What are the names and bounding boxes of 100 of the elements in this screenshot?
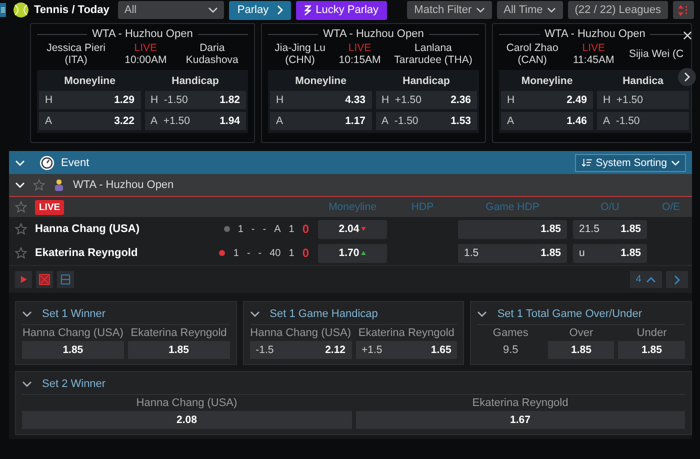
- market-title: Set 1 Total Game Over/Under: [497, 308, 642, 320]
- league-title: WTA - Huzhou Open: [544, 28, 646, 40]
- page-title: Tennis / Today: [34, 4, 110, 16]
- parlay-button[interactable]: Parlay: [229, 0, 291, 20]
- option-label: Hanna Chang (USA): [135, 397, 238, 409]
- sort-button[interactable]: [673, 1, 694, 19]
- odds-button[interactable]: H 1.29: [39, 91, 140, 109]
- column-header: HDP: [410, 201, 435, 213]
- filter-dropdown[interactable]: All: [118, 1, 224, 19]
- league-title: WTA - Huzhou Open: [323, 28, 424, 40]
- filter-button[interactable]: Match Filter: [407, 1, 492, 19]
- option-label: Over: [568, 327, 594, 339]
- next-button[interactable]: [678, 68, 696, 86]
- home-player: Jessica Pieri (ITA): [46, 42, 106, 66]
- line-value: 9.5: [502, 343, 520, 358]
- chevron-icon[interactable]: [250, 309, 260, 319]
- match-card[interactable]: WTA - Huzhou Open Jessica Pieri (ITA) LIVE 10:00AM Daria Kudashova Moneyline H 1.29 A 3.22 Handicap H -1.50 1.82 A +1.50 1.94: [30, 23, 255, 143]
- close-icon: [683, 31, 692, 40]
- odds-button[interactable]: A -1.50 1.53: [376, 112, 477, 130]
- odds-button[interactable]: A +1.50 1.94: [144, 112, 246, 130]
- odds-button[interactable]: A -1.50: [597, 112, 689, 130]
- star-icon[interactable]: [15, 247, 27, 259]
- score: -: [258, 248, 262, 258]
- event-bar[interactable]: Event System Sorting: [9, 151, 692, 174]
- odds-button[interactable]: 1.85: [618, 341, 686, 359]
- odds-button[interactable]: 1.85: [22, 341, 124, 359]
- chevron-up-icon: [646, 276, 656, 282]
- league-title: WTA - Huzhou Open: [92, 28, 193, 40]
- column-header: Game HDP: [484, 201, 540, 213]
- chevron-right-icon: [276, 5, 283, 15]
- column-header: O/U: [600, 201, 620, 213]
- list-icon: [60, 274, 71, 285]
- score: 1: [288, 224, 294, 234]
- option-label: Hanna Chang (USA): [250, 327, 352, 339]
- odds-button[interactable]: 1.67: [356, 411, 685, 429]
- live-stream-button[interactable]: [15, 271, 32, 288]
- match-card[interactable]: WTA - Huzhou Open Jia-Jing Lu (CHN) LIVE 10:15AM Lanlana Tararudee (THA) Moneyline H 4.33 A 1.17 Handicap H +1.50 2.36 A -1.50 1.53: [261, 23, 486, 143]
- chevron-icon[interactable]: [22, 379, 32, 389]
- score: A: [274, 224, 281, 234]
- odds-button[interactable]: 2.04: [318, 220, 387, 238]
- odds-button[interactable]: H +1.50 2.36: [376, 91, 477, 109]
- odds-button[interactable]: 2.08: [22, 411, 352, 429]
- sort-dropdown[interactable]: System Sorting: [574, 154, 686, 172]
- odds-button[interactable]: 1.85: [458, 220, 567, 238]
- chevron-icon[interactable]: [15, 158, 25, 168]
- odds-button[interactable]: H 2.49: [501, 91, 593, 109]
- odds-button[interactable]: H +1.50: [597, 91, 689, 109]
- lucky-parlay-button[interactable]: Lucky Parlay: [296, 0, 387, 20]
- score: -: [251, 224, 255, 234]
- star-icon[interactable]: [15, 223, 27, 235]
- market-title: Set 1 Game Handicap: [270, 308, 378, 320]
- chevron-right-icon: [684, 72, 690, 82]
- option-label: Ekaterina Reyngold: [357, 327, 456, 339]
- odds-button[interactable]: 21.5 1.85: [573, 220, 647, 238]
- stats-button[interactable]: [57, 271, 74, 288]
- chevron-icon[interactable]: [22, 309, 32, 319]
- odds-button[interactable]: 1.85: [128, 341, 230, 359]
- sets-score: 0: [302, 222, 309, 236]
- column-header: O/E: [660, 201, 682, 213]
- score: 40: [270, 248, 281, 258]
- odds-button[interactable]: -1.5 2.12: [250, 341, 352, 359]
- away-player: Lanlana Tararudee (THA): [394, 42, 472, 66]
- filter-button[interactable]: All Time: [496, 1, 563, 19]
- odds-button[interactable]: H 4.33: [270, 91, 372, 109]
- star-icon[interactable]: [33, 179, 45, 191]
- option-label: Under: [636, 327, 668, 339]
- chevron-icon[interactable]: [15, 180, 25, 190]
- play-icon: [20, 276, 27, 283]
- odds-button[interactable]: 1.5 1.85: [458, 244, 567, 262]
- market-label: Handica: [622, 75, 664, 87]
- match-time: 11:45AM: [573, 54, 614, 66]
- market-title: Set 2 Winner: [42, 378, 106, 390]
- home-player: Carol Zhao (CAN): [506, 42, 558, 66]
- away-player: Daria Kudashova: [186, 42, 238, 66]
- odds-button[interactable]: A 1.46: [501, 112, 593, 130]
- option-label: Games: [492, 327, 530, 339]
- filter-button[interactable]: (22 / 22) Leagues: [568, 1, 668, 19]
- menu-icon[interactable]: [0, 3, 6, 17]
- court-button[interactable]: [36, 271, 53, 288]
- home-player: Jia-Jing Lu (CHN): [274, 42, 326, 66]
- chevron-icon[interactable]: [477, 309, 488, 319]
- odds-button[interactable]: 1.70: [318, 244, 387, 262]
- star-icon[interactable]: [15, 201, 27, 213]
- market-label: Moneyline: [521, 75, 573, 87]
- score: 1: [238, 224, 244, 234]
- odds-button[interactable]: u 1.85: [573, 244, 647, 262]
- odds-button[interactable]: +1.5 1.65: [356, 341, 458, 359]
- odds-button[interactable]: H -1.50 1.82: [144, 91, 246, 109]
- away-player: Sijia Wei (C: [628, 48, 684, 60]
- player-icon: [53, 179, 65, 191]
- odds-button[interactable]: A 1.17: [270, 112, 372, 130]
- score: 1: [288, 248, 294, 258]
- stopwatch-icon: [39, 154, 55, 170]
- match-card[interactable]: WTA - Huzhou Open Carol Zhao (CAN) LIVE 11:45AM Sijia Wei (C Moneyline H 2.49 A 1.46 Handica H +1.50 A -1.50: [492, 23, 692, 143]
- chevron-icon: [208, 7, 218, 13]
- market-label: Moneyline: [64, 75, 116, 87]
- odds-button[interactable]: 1.85: [548, 341, 614, 359]
- match-time: 10:00AM: [124, 54, 167, 66]
- league-row[interactable]: WTA - Huzhou Open: [9, 174, 692, 197]
- odds-button[interactable]: A 3.22: [39, 112, 140, 130]
